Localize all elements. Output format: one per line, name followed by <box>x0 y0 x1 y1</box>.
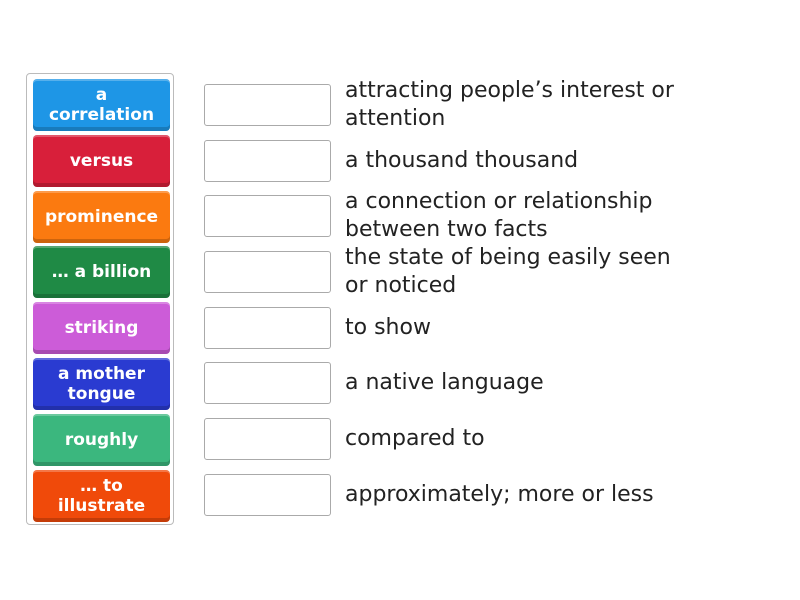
draggable-tile[interactable]: … to illustrate <box>33 470 170 522</box>
tile-label: striking <box>64 318 139 338</box>
draggable-tile[interactable]: versus <box>33 135 170 187</box>
drop-target[interactable] <box>204 418 331 460</box>
definition-text: attracting people’s interest or attentio… <box>345 78 674 131</box>
definition-text: approximately; more or less <box>345 482 654 507</box>
tile-label: prominence <box>44 207 159 227</box>
drop-target[interactable] <box>204 195 331 237</box>
drop-target[interactable] <box>204 474 331 516</box>
draggable-tile[interactable]: roughly <box>33 414 170 466</box>
tile-label: versus <box>69 151 134 171</box>
tile-label: a mother tongue <box>58 364 145 404</box>
word-bank: a correlation versus prominence … a billion… <box>26 73 174 525</box>
drop-target[interactable] <box>204 362 331 404</box>
definition-text: a thousand thousand <box>345 148 579 173</box>
definition-text: the state of being easily seen or notice… <box>345 245 671 298</box>
draggable-tile[interactable]: a correlation <box>33 79 170 131</box>
drop-target[interactable] <box>204 84 331 126</box>
definition-text: to show <box>345 315 431 340</box>
drop-target[interactable] <box>204 140 331 182</box>
draggable-tile[interactable]: striking <box>33 302 170 354</box>
tile-label: … a billion <box>51 262 152 282</box>
draggable-tile[interactable]: … a billion <box>33 246 170 298</box>
drop-target[interactable] <box>204 251 331 293</box>
definition-text: a connection or relationship between two… <box>345 189 653 242</box>
tile-label: … to illustrate <box>57 476 146 516</box>
definition-text: compared to <box>345 426 485 451</box>
draggable-tile[interactable]: a mother tongue <box>33 358 170 410</box>
tile-label: a correlation <box>48 85 155 125</box>
tile-label: roughly <box>64 430 139 450</box>
drop-target[interactable] <box>204 307 331 349</box>
draggable-tile[interactable]: prominence <box>33 191 170 243</box>
definition-text: a native language <box>345 370 544 395</box>
